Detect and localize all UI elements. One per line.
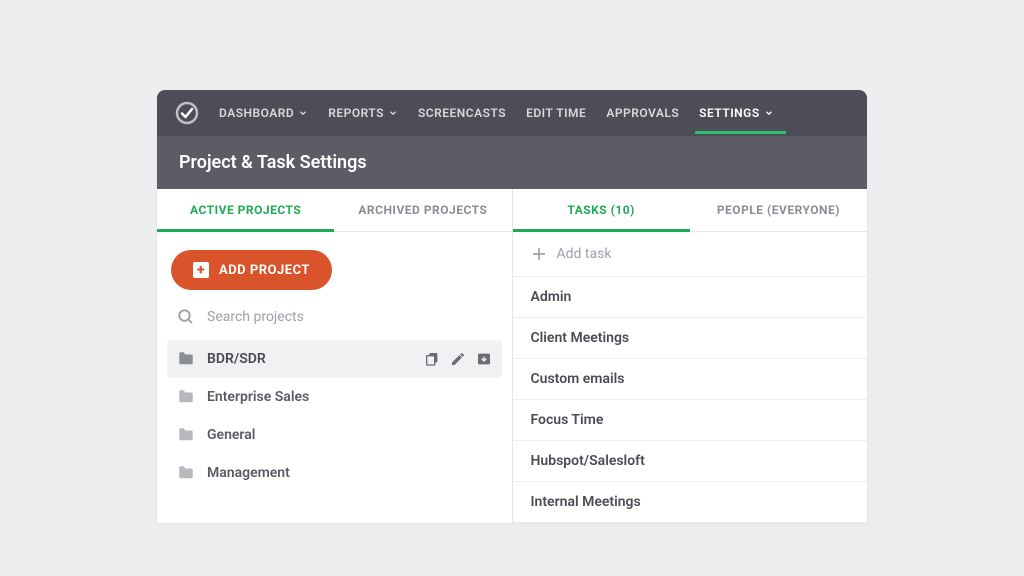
add-task-label: Add task [557,246,612,262]
project-search[interactable] [157,300,512,336]
add-project-label: ADD PROJECT [219,263,310,278]
task-item[interactable]: Admin [513,277,868,318]
task-item[interactable]: Hubspot/Salesloft [513,441,868,482]
task-item[interactable]: Focus Time [513,400,868,441]
folder-icon [177,426,195,444]
search-icon [177,308,195,326]
folder-icon [177,464,195,482]
project-actions [424,351,492,367]
main-content: ACTIVE PROJECTSARCHIVED PROJECTS + ADD P… [157,189,867,523]
nav-item-label: DASHBOARD [219,106,294,120]
project-name: General [207,427,255,443]
projects-tab[interactable]: ACTIVE PROJECTS [157,189,334,231]
nav-item-label: APPROVALS [606,106,679,120]
chevron-down-icon [388,108,398,118]
chevron-down-icon [764,108,774,118]
project-name: Enterprise Sales [207,389,309,405]
nav-item-label: SCREENCASTS [418,106,506,120]
chevron-down-icon [298,108,308,118]
copy-icon[interactable] [424,351,440,367]
archive-icon[interactable] [476,351,492,367]
folder-icon [177,388,195,406]
project-name: BDR/SDR [207,351,266,367]
plus-icon: + [193,262,209,278]
project-list: BDR/SDR Enterprise Sales General Management [157,336,512,492]
nav-item-dashboard[interactable]: DASHBOARD [219,92,308,134]
nav-item-reports[interactable]: REPORTS [328,92,398,134]
task-list: AdminClient MeetingsCustom emailsFocus T… [513,277,868,523]
plus-icon [531,246,547,262]
tasks-tab[interactable]: PEOPLE (EVERYONE) [690,189,867,231]
page-title: Project & Task Settings [157,136,867,189]
search-input[interactable] [207,309,492,325]
nav-item-label: SETTINGS [699,106,760,120]
tasks-column: TASKS (10)PEOPLE (EVERYONE) Add task Adm… [513,189,868,523]
nav-item-settings[interactable]: SETTINGS [699,92,774,134]
app-logo-icon [175,101,199,125]
project-item[interactable]: Enterprise Sales [167,378,502,416]
edit-icon[interactable] [450,351,466,367]
task-item[interactable]: Internal Meetings [513,482,868,523]
add-project-button[interactable]: + ADD PROJECT [171,250,332,290]
task-item[interactable]: Client Meetings [513,318,868,359]
projects-column: ACTIVE PROJECTSARCHIVED PROJECTS + ADD P… [157,189,513,523]
folder-icon [177,350,195,368]
nav-item-label: EDIT TIME [526,106,586,120]
nav-item-screencasts[interactable]: SCREENCASTS [418,92,506,134]
top-nav: DASHBOARD REPORTS SCREENCASTS EDIT TIME APPR… [157,90,867,136]
project-item[interactable]: Management [167,454,502,492]
project-item[interactable]: BDR/SDR [167,340,502,378]
project-name: Management [207,465,290,481]
project-item[interactable]: General [167,416,502,454]
nav-item-edit-time[interactable]: EDIT TIME [526,92,586,134]
tasks-tabs: TASKS (10)PEOPLE (EVERYONE) [513,189,868,232]
app-frame: DASHBOARD REPORTS SCREENCASTS EDIT TIME APPR… [157,90,867,523]
nav-item-label: REPORTS [328,106,384,120]
projects-tab[interactable]: ARCHIVED PROJECTS [334,189,511,231]
nav-item-approvals[interactable]: APPROVALS [606,92,679,134]
add-task-button[interactable]: Add task [513,232,868,277]
projects-tabs: ACTIVE PROJECTSARCHIVED PROJECTS [157,189,512,232]
task-item[interactable]: Custom emails [513,359,868,400]
tasks-tab[interactable]: TASKS (10) [513,189,690,231]
